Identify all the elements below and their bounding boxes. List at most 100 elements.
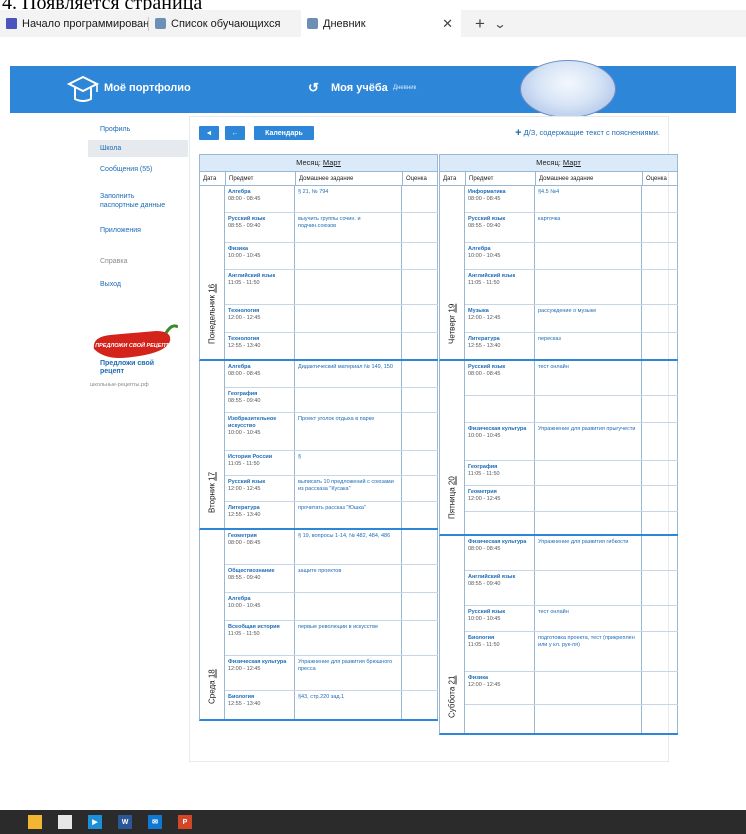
homework-cell[interactable]	[535, 243, 642, 269]
grade-cell[interactable]	[402, 270, 438, 304]
sidebar-item-school[interactable]: Школа	[88, 140, 188, 157]
subject-name[interactable]: Физика	[228, 246, 291, 253]
subject-cell[interactable]: Алгебра 10:00 - 10:45	[465, 243, 535, 269]
subject-cell[interactable]	[465, 705, 535, 733]
explained-homework-link[interactable]: + Д/З, содержащие текст с пояснениями.	[515, 127, 660, 139]
subject-cell[interactable]: Технология 12:55 - 13:40	[225, 333, 295, 359]
tab-diary[interactable]: Дневник ✕	[301, 10, 461, 37]
back-button[interactable]: ←	[225, 126, 245, 140]
sidebar-item-help[interactable]: Справка	[88, 253, 188, 270]
subject-name[interactable]: Технология	[228, 308, 291, 315]
sidebar-item-messages[interactable]: Сообщения (55)	[88, 161, 188, 178]
grade-cell[interactable]	[402, 333, 438, 359]
grade-cell[interactable]	[402, 451, 438, 475]
subject-cell[interactable]: География 08:55 - 09:40	[225, 388, 295, 412]
subject-cell[interactable]: Изобразительное искусство 10:00 - 10:45	[225, 413, 295, 450]
file-explorer-icon[interactable]	[28, 815, 42, 829]
homework-cell[interactable]	[295, 305, 402, 332]
day-number[interactable]: 18	[208, 669, 217, 678]
subject-name[interactable]: Обществознание	[228, 568, 291, 575]
subject-cell[interactable]: Русский язык 12:00 - 12:45	[225, 476, 295, 501]
store-icon[interactable]	[58, 815, 72, 829]
subject-cell[interactable]: Геометрия 08:00 - 08:45	[225, 530, 295, 564]
homework-cell[interactable]: Упражнение для развития гибкости	[535, 536, 642, 570]
grade-cell[interactable]	[642, 486, 678, 511]
subject-name[interactable]: История России	[228, 454, 291, 461]
subject-name[interactable]: Технология	[228, 336, 291, 343]
grade-cell[interactable]	[402, 388, 438, 412]
day-number[interactable]: 17	[208, 472, 217, 481]
subject-cell[interactable]: Литература 12:55 - 13:40	[225, 502, 295, 528]
subject-name[interactable]: Биология	[228, 694, 291, 701]
subject-cell[interactable]: Биология 12:55 - 13:40	[225, 691, 295, 719]
grade-cell[interactable]	[402, 476, 438, 501]
subject-name[interactable]: География	[228, 391, 291, 398]
grade-cell[interactable]	[402, 413, 438, 450]
homework-cell[interactable]	[535, 396, 642, 422]
homework-cell[interactable]: тест онлайн	[535, 606, 642, 631]
day-number[interactable]: 19	[448, 304, 457, 313]
homework-cell[interactable]: подготовка проекта, тест (прикреплен или…	[535, 632, 642, 671]
subject-name[interactable]: Геометрия	[468, 489, 531, 496]
homework-cell[interactable]	[535, 486, 642, 511]
subject-cell[interactable]: Английский язык 08:55 - 09:40	[465, 571, 535, 605]
subject-cell[interactable]: Всеобщая история 11:05 - 11:50	[225, 621, 295, 655]
subject-cell[interactable]: Русский язык 08:00 - 08:45	[465, 361, 535, 395]
homework-cell[interactable]	[535, 705, 642, 733]
homework-cell[interactable]: Упражнение для развития брюшного пресса	[295, 656, 402, 690]
sidebar-item-apps[interactable]: Приложения	[88, 222, 188, 239]
subject-cell[interactable]: Обществознание 08:55 - 09:40	[225, 565, 295, 592]
tab-forms[interactable]: Начало программировани	[0, 10, 148, 37]
avatar[interactable]	[520, 60, 616, 118]
grade-cell[interactable]	[402, 621, 438, 655]
subject-name[interactable]: Русский язык	[228, 216, 291, 223]
subject-name[interactable]: Литература	[228, 505, 291, 512]
grade-cell[interactable]	[642, 461, 678, 485]
word-icon[interactable]: W	[118, 815, 132, 829]
grade-cell[interactable]	[402, 213, 438, 242]
homework-cell[interactable]: карточка	[535, 213, 642, 242]
subject-name[interactable]: Алгебра	[468, 246, 531, 253]
homework-cell[interactable]: Упражнение для развития прыгучести	[535, 423, 642, 460]
homework-cell[interactable]: рассуждение о музыке	[535, 305, 642, 332]
tab-menu-chevron-icon[interactable]: ⌄	[493, 17, 506, 31]
calendar-button[interactable]: Календарь	[254, 126, 314, 140]
grade-cell[interactable]	[402, 530, 438, 564]
subject-name[interactable]: Информатика	[468, 189, 531, 196]
subject-cell[interactable]: Информатика 08:00 - 08:45	[465, 186, 535, 212]
subject-cell[interactable]: Технология 12:00 - 12:45	[225, 305, 295, 332]
grade-cell[interactable]	[642, 672, 678, 704]
homework-cell[interactable]: Дидактический материал № 149, 150	[295, 361, 402, 387]
homework-cell[interactable]	[295, 333, 402, 359]
subject-cell[interactable]	[465, 396, 535, 422]
homework-cell[interactable]: Проект уголок отдыха в парке	[295, 413, 402, 450]
subject-name[interactable]: География	[468, 464, 531, 471]
subject-name[interactable]: Физика	[468, 675, 531, 682]
media-player-icon[interactable]: ▶	[88, 815, 102, 829]
subject-cell[interactable]: География 11:05 - 11:50	[465, 461, 535, 485]
homework-cell[interactable]: § 21, № 794	[295, 186, 402, 212]
subject-cell[interactable]: Алгебра 08:00 - 08:45	[225, 186, 295, 212]
subject-cell[interactable]: Литература 12:55 - 13:40	[465, 333, 535, 359]
sidebar-item-profile[interactable]: Профиль	[88, 121, 188, 138]
subject-name[interactable]: Алгебра	[228, 189, 291, 196]
day-number[interactable]: 16	[208, 284, 217, 293]
powerpoint-icon[interactable]: P	[178, 815, 192, 829]
grade-cell[interactable]	[402, 502, 438, 528]
subject-name[interactable]: Физическая культура	[228, 659, 291, 666]
subject-name[interactable]: Русский язык	[228, 479, 291, 486]
subject-cell[interactable]: Физика 12:00 - 12:45	[465, 672, 535, 704]
graduation-cap-icon[interactable]	[66, 73, 100, 105]
subject-cell[interactable]: История России 11:05 - 11:50	[225, 451, 295, 475]
subject-name[interactable]: Физическая культура	[468, 539, 531, 546]
recipe-link[interactable]: Предложи свой рецепт	[100, 360, 180, 376]
subject-cell[interactable]	[465, 512, 535, 534]
subject-cell[interactable]: Физическая культура 10:00 - 10:45	[465, 423, 535, 460]
homework-cell[interactable]	[295, 270, 402, 304]
subject-name[interactable]: Изобразительное искусство	[228, 416, 291, 430]
grade-cell[interactable]	[642, 606, 678, 631]
tab-students-list[interactable]: Список обучающихся	[149, 10, 301, 37]
homework-cell[interactable]: защите проектов	[295, 565, 402, 592]
grade-cell[interactable]	[642, 213, 678, 242]
homework-cell[interactable]	[295, 243, 402, 269]
